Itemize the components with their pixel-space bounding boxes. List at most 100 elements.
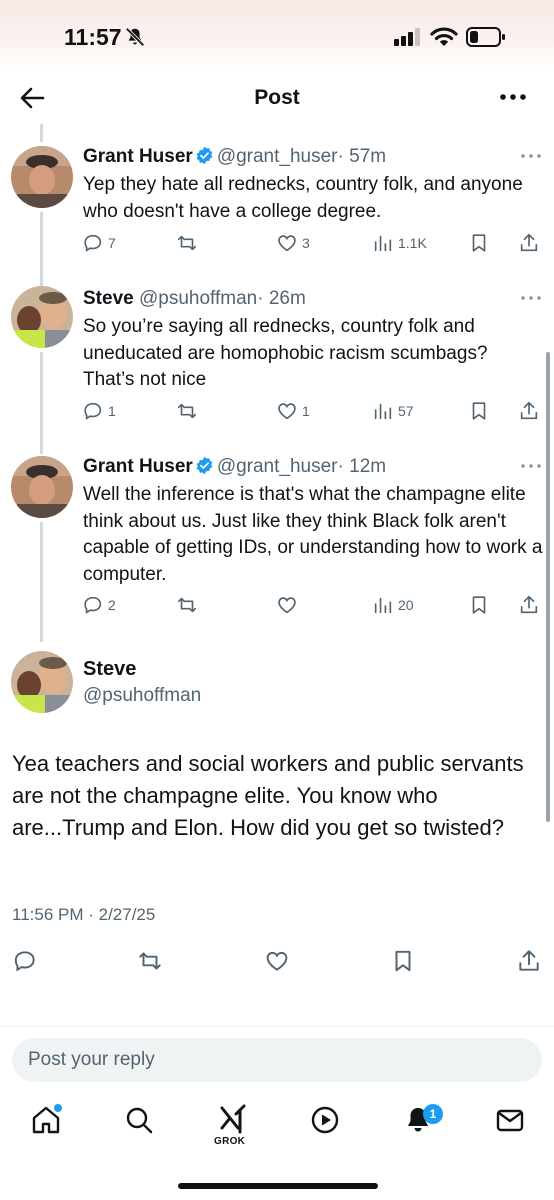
bookmark-icon	[472, 596, 486, 614]
main-post-avatar[interactable]	[11, 651, 73, 713]
like-count: 3	[302, 235, 310, 251]
tweet-actions: 1 1 57	[0, 400, 554, 426]
grok-icon	[220, 1104, 246, 1134]
scrollbar[interactable]	[546, 352, 550, 822]
heart-icon	[278, 597, 296, 614]
share-icon[interactable]	[516, 948, 542, 974]
main-post-author-handle[interactable]: @psuhoffman	[83, 685, 201, 707]
bookmark-icon	[472, 402, 486, 420]
repost-icon[interactable]	[137, 948, 163, 974]
heart-icon	[278, 235, 296, 252]
reply-tweet[interactable]: Steve @psuhoffman· 26m So you’re saying …	[0, 284, 554, 434]
repost-icon	[177, 403, 197, 419]
avatar[interactable]	[11, 146, 73, 208]
repost-button[interactable]	[176, 594, 202, 616]
tweet-more-icon[interactable]	[520, 462, 542, 470]
home-indicator[interactable]	[178, 1183, 378, 1189]
more-options-icon[interactable]	[498, 92, 528, 102]
view-count: 20	[398, 597, 414, 613]
reply-count: 7	[108, 235, 116, 251]
battery-icon	[466, 27, 505, 47]
tweet-actions: 7 3 1.1K	[0, 232, 554, 258]
mail-icon	[496, 1109, 524, 1132]
reply-button[interactable]: 7	[82, 232, 116, 254]
tweet-text: So you’re saying all rednecks, country f…	[83, 316, 488, 390]
notification-badge: 1	[423, 1104, 443, 1124]
divider	[0, 1026, 554, 1027]
post-header: Post	[0, 72, 554, 124]
author-name[interactable]: Grant Huser	[83, 146, 193, 167]
search-icon	[126, 1107, 153, 1134]
share-button[interactable]	[518, 400, 540, 422]
author-handle[interactable]: @grant_huser	[217, 146, 338, 167]
bookmark-button[interactable]	[468, 232, 490, 254]
post-age: · 12m	[337, 456, 387, 477]
heart-icon	[278, 403, 296, 420]
tweet-text: Well the inference is that's what the ch…	[83, 484, 543, 585]
bookmark-icon[interactable]	[390, 948, 416, 974]
status-time: 11:57	[64, 24, 122, 50]
tab-grok[interactable]	[216, 1104, 248, 1136]
main-post-author-name[interactable]: Steve	[83, 658, 136, 681]
post-age: · 57m	[337, 146, 387, 167]
views-button[interactable]: 1.1K	[372, 232, 427, 254]
repost-button[interactable]	[176, 232, 202, 254]
thread-connector	[40, 124, 43, 142]
avatar[interactable]	[11, 456, 73, 518]
reply-input[interactable]: Post your reply	[12, 1038, 542, 1082]
status-bar: 11:57	[0, 0, 554, 72]
tweet-header: Grant Huser @grant_huser· 57m	[83, 146, 386, 168]
author-handle[interactable]: @grant_huser	[217, 456, 338, 477]
share-button[interactable]	[518, 232, 540, 254]
like-count: 1	[302, 403, 310, 419]
repost-icon	[177, 597, 197, 613]
author-handle[interactable]: @psuhoffman	[139, 288, 257, 309]
share-icon	[520, 401, 538, 420]
author-name[interactable]: Grant Huser	[83, 456, 193, 477]
tweet-more-icon[interactable]	[520, 294, 542, 302]
reply-icon[interactable]	[12, 948, 38, 974]
like-button[interactable]: 3	[276, 232, 310, 254]
repost-icon	[177, 235, 197, 251]
reply-tweet[interactable]: Grant Huser @grant_huser· 12m Well the in…	[0, 454, 554, 630]
views-chart-icon	[374, 403, 392, 420]
tweet-more-icon[interactable]	[520, 152, 542, 160]
share-icon	[520, 595, 538, 614]
verified-badge-icon	[196, 146, 213, 165]
like-button[interactable]	[276, 594, 302, 616]
heart-icon[interactable]	[264, 948, 290, 974]
views-button[interactable]: 57	[372, 400, 414, 422]
bottom-tab-bar	[0, 1096, 554, 1156]
views-chart-icon	[374, 597, 392, 614]
tweet-header: Grant Huser @grant_huser· 12m	[83, 456, 386, 478]
author-name[interactable]: Steve	[83, 288, 134, 309]
avatar[interactable]	[11, 286, 73, 348]
main-post-actions	[0, 948, 554, 976]
bookmark-button[interactable]	[468, 594, 490, 616]
wifi-icon	[430, 27, 458, 46]
home-unread-dot	[54, 1104, 62, 1112]
tab-video[interactable]	[309, 1104, 341, 1136]
bell-slash-icon	[125, 27, 145, 47]
share-icon	[520, 233, 538, 252]
tab-search[interactable]	[123, 1104, 155, 1136]
share-button[interactable]	[518, 594, 540, 616]
repost-button[interactable]	[176, 400, 202, 422]
main-post-timestamp: 11:56 PM · 2/27/25	[12, 905, 156, 924]
page-title: Post	[254, 86, 300, 109]
reply-button[interactable]: 1	[82, 400, 116, 422]
main-post-text: Yea teachers and social workers and publ…	[12, 751, 524, 840]
views-button[interactable]: 20	[372, 594, 414, 616]
reply-button[interactable]: 2	[82, 594, 116, 616]
view-count: 57	[398, 403, 414, 419]
tab-messages[interactable]	[494, 1104, 526, 1136]
tweet-actions: 2 20	[0, 594, 554, 620]
post-age: · 26m	[257, 288, 306, 309]
reply-tweet[interactable]: Grant Huser @grant_huser· 57m Yep they ha…	[0, 142, 554, 268]
bookmark-button[interactable]	[468, 400, 490, 422]
tweet-text: Yep they hate all rednecks, country folk…	[83, 174, 523, 222]
verified-badge-icon	[196, 456, 213, 475]
like-button[interactable]: 1	[276, 400, 310, 422]
views-chart-icon	[374, 235, 392, 252]
tweet-header: Steve @psuhoffman· 26m	[83, 288, 306, 310]
